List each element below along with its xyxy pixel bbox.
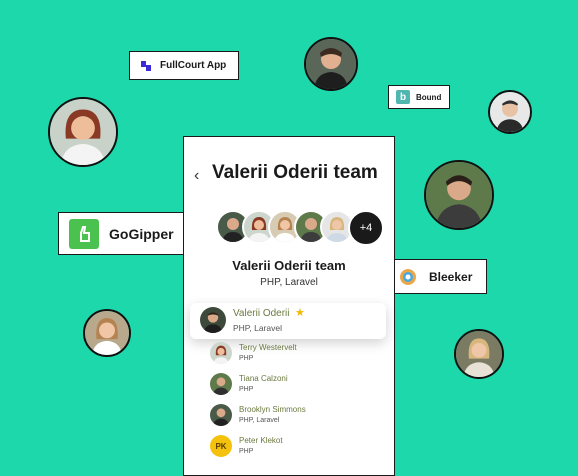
avatar: [48, 97, 118, 167]
company-tag-gogipper: GoGipper: [58, 212, 192, 255]
company-name: Bound: [416, 92, 442, 102]
more-members-badge[interactable]: +4: [348, 210, 384, 246]
member-skills: PHP: [239, 386, 254, 393]
avatar: [488, 90, 532, 134]
bleeker-logo-icon: [399, 268, 417, 286]
member-name: Tiana Calzoni: [239, 374, 288, 383]
company-tag-fullcourt: FullCourt App: [129, 51, 239, 80]
member-name: Brooklyn Simmons: [239, 405, 306, 414]
member-name: Terry Westervelt: [239, 343, 297, 352]
team-lead-row[interactable]: Valerii Oderii ★ PHP, Laravel: [190, 303, 386, 339]
member-skills: PHP: [239, 448, 254, 455]
gogipper-logo-icon: [69, 218, 99, 249]
avatar: [304, 37, 358, 91]
company-tag-bound: b Bound: [388, 85, 450, 109]
fullcourt-logo-icon: [140, 60, 152, 72]
bound-logo-icon: b: [396, 90, 410, 104]
avatar: [210, 404, 232, 426]
team-name: Valerii Oderii team: [232, 258, 346, 273]
avatar: [210, 373, 232, 395]
member-skills: PHP, Laravel: [239, 417, 280, 424]
avatar: [454, 329, 504, 379]
company-name: Bleeker: [429, 269, 473, 284]
company-name: GoGipper: [109, 225, 174, 242]
avatar: [83, 309, 131, 357]
team-avatar-stack: +4: [216, 210, 384, 246]
company-name: FullCourt App: [160, 60, 227, 71]
team-skills: PHP, Laravel: [260, 277, 318, 288]
star-icon: ★: [295, 307, 305, 319]
company-tag-bleeker: Bleeker: [388, 259, 487, 294]
member-skills: PHP, Laravel: [233, 323, 282, 333]
back-chevron-icon[interactable]: ‹: [194, 167, 199, 185]
avatar: [200, 307, 226, 333]
avatar-initials: PK: [210, 435, 232, 457]
avatar: [424, 160, 494, 230]
member-name: Valerii Oderii: [233, 308, 290, 319]
avatar: [210, 342, 232, 364]
member-name: Peter Klekot: [239, 436, 283, 445]
member-skills: PHP: [239, 355, 254, 362]
page-title: Valerii Oderii team: [212, 162, 378, 183]
